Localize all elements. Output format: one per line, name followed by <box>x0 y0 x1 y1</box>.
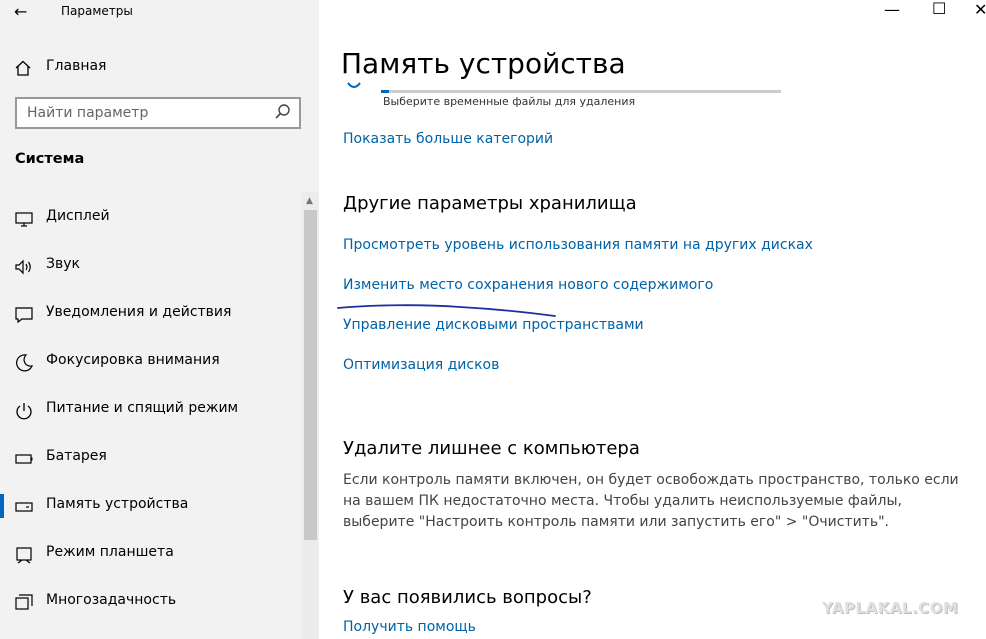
notification-icon <box>15 307 33 324</box>
selected-indicator <box>0 494 4 518</box>
search-icon[interactable] <box>273 102 293 122</box>
temp-files-progress <box>381 90 781 93</box>
scroll-up-arrow-icon[interactable]: ▲ <box>306 196 313 206</box>
watermark: YAPLAKAL.COM <box>822 599 959 617</box>
tablet-icon <box>16 547 32 564</box>
optimize-drives-link[interactable]: Оптимизация дисков <box>343 357 499 373</box>
sidebar-item-label: Звук <box>46 256 80 272</box>
sidebar-item-sound[interactable]: Звук <box>0 242 302 290</box>
questions-heading: У вас появились вопросы? <box>343 587 592 608</box>
sidebar-scrollbar-thumb[interactable] <box>304 210 317 540</box>
sidebar-item-label: Батарея <box>46 448 107 464</box>
section-title: Система <box>15 151 85 167</box>
power-icon <box>16 403 32 420</box>
sidebar-item-tablet[interactable]: Режим планшета <box>0 530 302 578</box>
sidebar-item-focus[interactable]: Фокусировка внимания <box>0 338 302 386</box>
sidebar-item-label: Многозадачность <box>46 592 177 608</box>
temp-files-icon <box>347 82 361 88</box>
sidebar-item-battery[interactable]: Батарея <box>0 434 302 482</box>
moon-icon <box>16 354 34 372</box>
get-help-link[interactable]: Получить помощь <box>343 619 476 635</box>
back-arrow-icon[interactable]: ← <box>14 2 27 21</box>
sidebar-item-notifications[interactable]: Уведомления и действия <box>0 290 302 338</box>
display-icon <box>15 212 33 227</box>
sidebar-item-label: Дисплей <box>46 208 110 224</box>
other-settings-heading: Другие параметры хранилища <box>343 193 637 214</box>
storage-icon <box>15 502 33 512</box>
maximize-icon[interactable]: ☐ <box>932 0 946 18</box>
sidebar-item-storage[interactable]: Память устройства <box>0 482 302 530</box>
show-more-categories-link[interactable]: Показать больше категорий <box>343 131 553 147</box>
sidebar-item-label: Память устройства <box>46 496 189 512</box>
multitask-icon <box>15 594 33 610</box>
minimize-icon[interactable]: — <box>884 0 900 19</box>
sidebar-item-power[interactable]: Питание и спящий режим <box>0 386 302 434</box>
page-title: Память устройства <box>341 47 626 80</box>
sidebar-item-label: Режим планшета <box>46 544 174 560</box>
sidebar-item-label: Уведомления и действия <box>46 304 232 320</box>
app-title: Параметры <box>61 4 133 18</box>
sidebar-item-display[interactable]: Дисплей <box>0 194 302 242</box>
sidebar-item-label: Фокусировка внимания <box>46 352 220 368</box>
cleanup-description: Если контроль памяти включен, он будет о… <box>343 472 959 530</box>
sidebar-item-label: Питание и спящий режим <box>46 400 239 416</box>
sidebar-item-home[interactable]: Главная <box>14 58 106 78</box>
search-input[interactable]: Найти параметр <box>15 97 301 129</box>
annotation-underline <box>337 304 556 317</box>
search-placeholder: Найти параметр <box>27 105 149 121</box>
sidebar: ← Параметры Главная Найти параметр Систе… <box>0 0 319 639</box>
speaker-icon <box>15 259 31 275</box>
change-save-location-link[interactable]: Изменить место сохранения нового содержи… <box>343 277 713 293</box>
home-icon <box>15 60 31 76</box>
temp-files-progress-fill <box>381 90 389 93</box>
view-other-drives-link[interactable]: Просмотреть уровень использования памяти… <box>343 237 813 253</box>
sidebar-item-home-label: Главная <box>46 58 107 74</box>
battery-icon <box>15 454 33 464</box>
cleanup-heading: Удалите лишнее с компьютера <box>343 438 640 459</box>
close-icon[interactable]: ✕ <box>974 0 986 19</box>
temp-files-caption: Выберите временные файлы для удаления <box>383 95 636 108</box>
sidebar-item-multitasking[interactable]: Многозадачность <box>0 578 302 626</box>
